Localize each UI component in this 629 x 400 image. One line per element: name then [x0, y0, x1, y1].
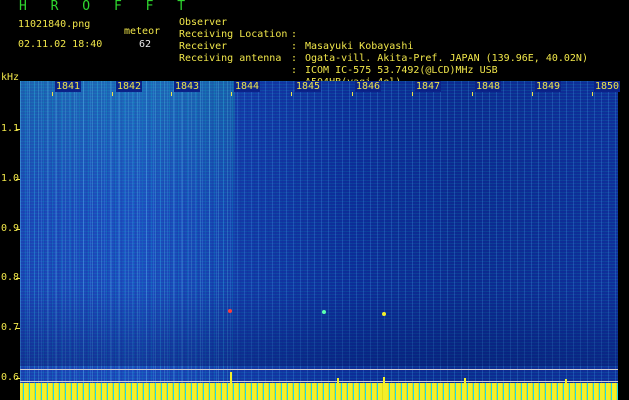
meteor-echo: [382, 312, 386, 316]
power-spike: [230, 372, 232, 400]
info-key: Receiving antenna: [179, 53, 282, 64]
info-separator: :: [291, 65, 298, 76]
time-tick: [532, 92, 533, 96]
time-label: 1850: [594, 81, 621, 92]
time-tick: [291, 92, 292, 96]
time-tick: [52, 92, 53, 96]
time-label: 1843: [174, 81, 201, 92]
meteor-label: meteor: [124, 26, 161, 37]
info-value: Masayuki Kobayashi: [305, 41, 414, 52]
time-label: 1841: [55, 81, 82, 92]
freq-tick: [16, 328, 20, 329]
time-tick: [171, 92, 172, 96]
freq-tick: [16, 378, 20, 379]
time-tick: [352, 92, 353, 96]
power-spike: [383, 377, 385, 400]
time-tick: [472, 92, 473, 96]
info-value: ICOM IC-575 53.7492(@LCD)MHz USB: [305, 65, 498, 76]
reference-line: [20, 381, 618, 382]
info-separator: :: [291, 41, 298, 52]
power-spike: [464, 378, 466, 400]
freq-tick: [16, 179, 20, 180]
freq-tick: [16, 278, 20, 279]
time-tick: [592, 92, 593, 96]
time-label: 1847: [415, 81, 442, 92]
time-label: 1842: [116, 81, 143, 92]
app-title: H R O F F T: [19, 0, 194, 14]
file-name: 11021840.png: [18, 19, 91, 30]
power-spike: [337, 378, 339, 400]
time-tick: [412, 92, 413, 96]
power-spike: [565, 379, 567, 400]
signal-power-bar: [20, 383, 618, 400]
noise-band: [20, 286, 618, 366]
freq-tick: [16, 129, 20, 130]
time-label: 1844: [234, 81, 261, 92]
meteor-echo: [322, 310, 326, 314]
time-label: 1849: [535, 81, 562, 92]
time-label: 1846: [355, 81, 382, 92]
frequency-unit-label: kHz: [1, 72, 20, 83]
info-separator: :: [291, 29, 298, 40]
time-tick: [231, 92, 232, 96]
meteor-echo: [228, 309, 232, 313]
reference-line: [20, 369, 618, 370]
date-time: 02.11.02 18:40: [18, 39, 103, 50]
time-label: 1845: [295, 81, 322, 92]
meteor-count: 62: [139, 39, 152, 50]
spectrogram: [20, 81, 618, 400]
info-key: Receiving Location: [179, 29, 288, 40]
time-tick: [112, 92, 113, 96]
info-separator: :: [291, 53, 298, 64]
info-value: Ogata-vill. Akita-Pref. JAPAN (139.96E, …: [305, 53, 588, 64]
time-label: 1848: [475, 81, 502, 92]
freq-tick: [16, 229, 20, 230]
